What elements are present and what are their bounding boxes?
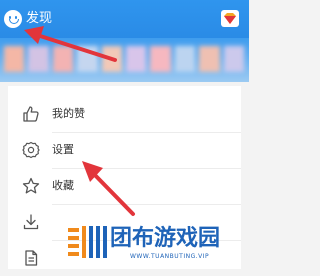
page-title: 发现	[26, 11, 53, 26]
avatar-icon[interactable]	[4, 10, 22, 28]
app-header: 发现	[0, 0, 249, 38]
menu-item-settings[interactable]: 设置	[8, 132, 241, 168]
download-icon	[23, 214, 39, 230]
watermark-url: WWW.TUANBUTING.VIP	[130, 253, 210, 260]
vip-diamond-icon[interactable]	[221, 10, 239, 27]
star-icon	[22, 177, 40, 194]
watermark-logo-icon	[68, 226, 107, 258]
thumbs-up-icon	[23, 106, 39, 122]
document-icon	[25, 250, 38, 266]
menu-item-likes[interactable]: 我的赞	[8, 96, 241, 132]
menu-item-label: 收藏	[52, 179, 74, 192]
watermark-text: 团布游戏园	[110, 226, 221, 251]
menu-item-favorites[interactable]: 收藏	[8, 168, 241, 204]
menu-item-label: 我的赞	[52, 107, 85, 120]
settings-gear-icon	[22, 141, 40, 159]
menu-item-label: 设置	[52, 143, 74, 156]
blurred-profile-info	[4, 46, 245, 72]
